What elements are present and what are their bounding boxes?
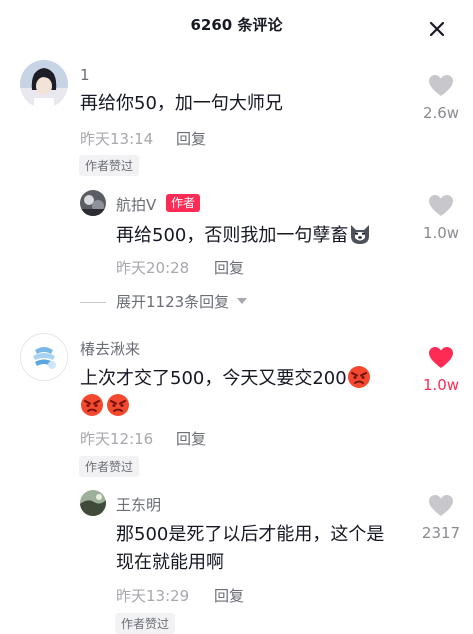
reply-text-line: 那500是死了以后才能用，这个是 — [116, 524, 385, 545]
like-button[interactable]: 2317 — [411, 494, 471, 542]
reply-time: 昨天13:29 — [116, 587, 190, 605]
heart-icon — [429, 495, 453, 516]
like-count: 2317 — [421, 524, 461, 542]
author-liked-tag: 作者赞过 — [115, 613, 176, 634]
reply-button[interactable]: 回复 — [214, 585, 244, 606]
username[interactable]: 王东明 — [116, 494, 161, 515]
reply-item: 王东明 那500是死了以后才能用，这个是 现在就能用啊 昨天13:29 回复 作… — [0, 0, 473, 634]
avatar[interactable] — [80, 490, 106, 516]
reply-text-line: 现在就能用啊 — [116, 552, 224, 573]
reply-text: 那500是死了以后才能用，这个是 现在就能用啊 — [116, 521, 384, 577]
